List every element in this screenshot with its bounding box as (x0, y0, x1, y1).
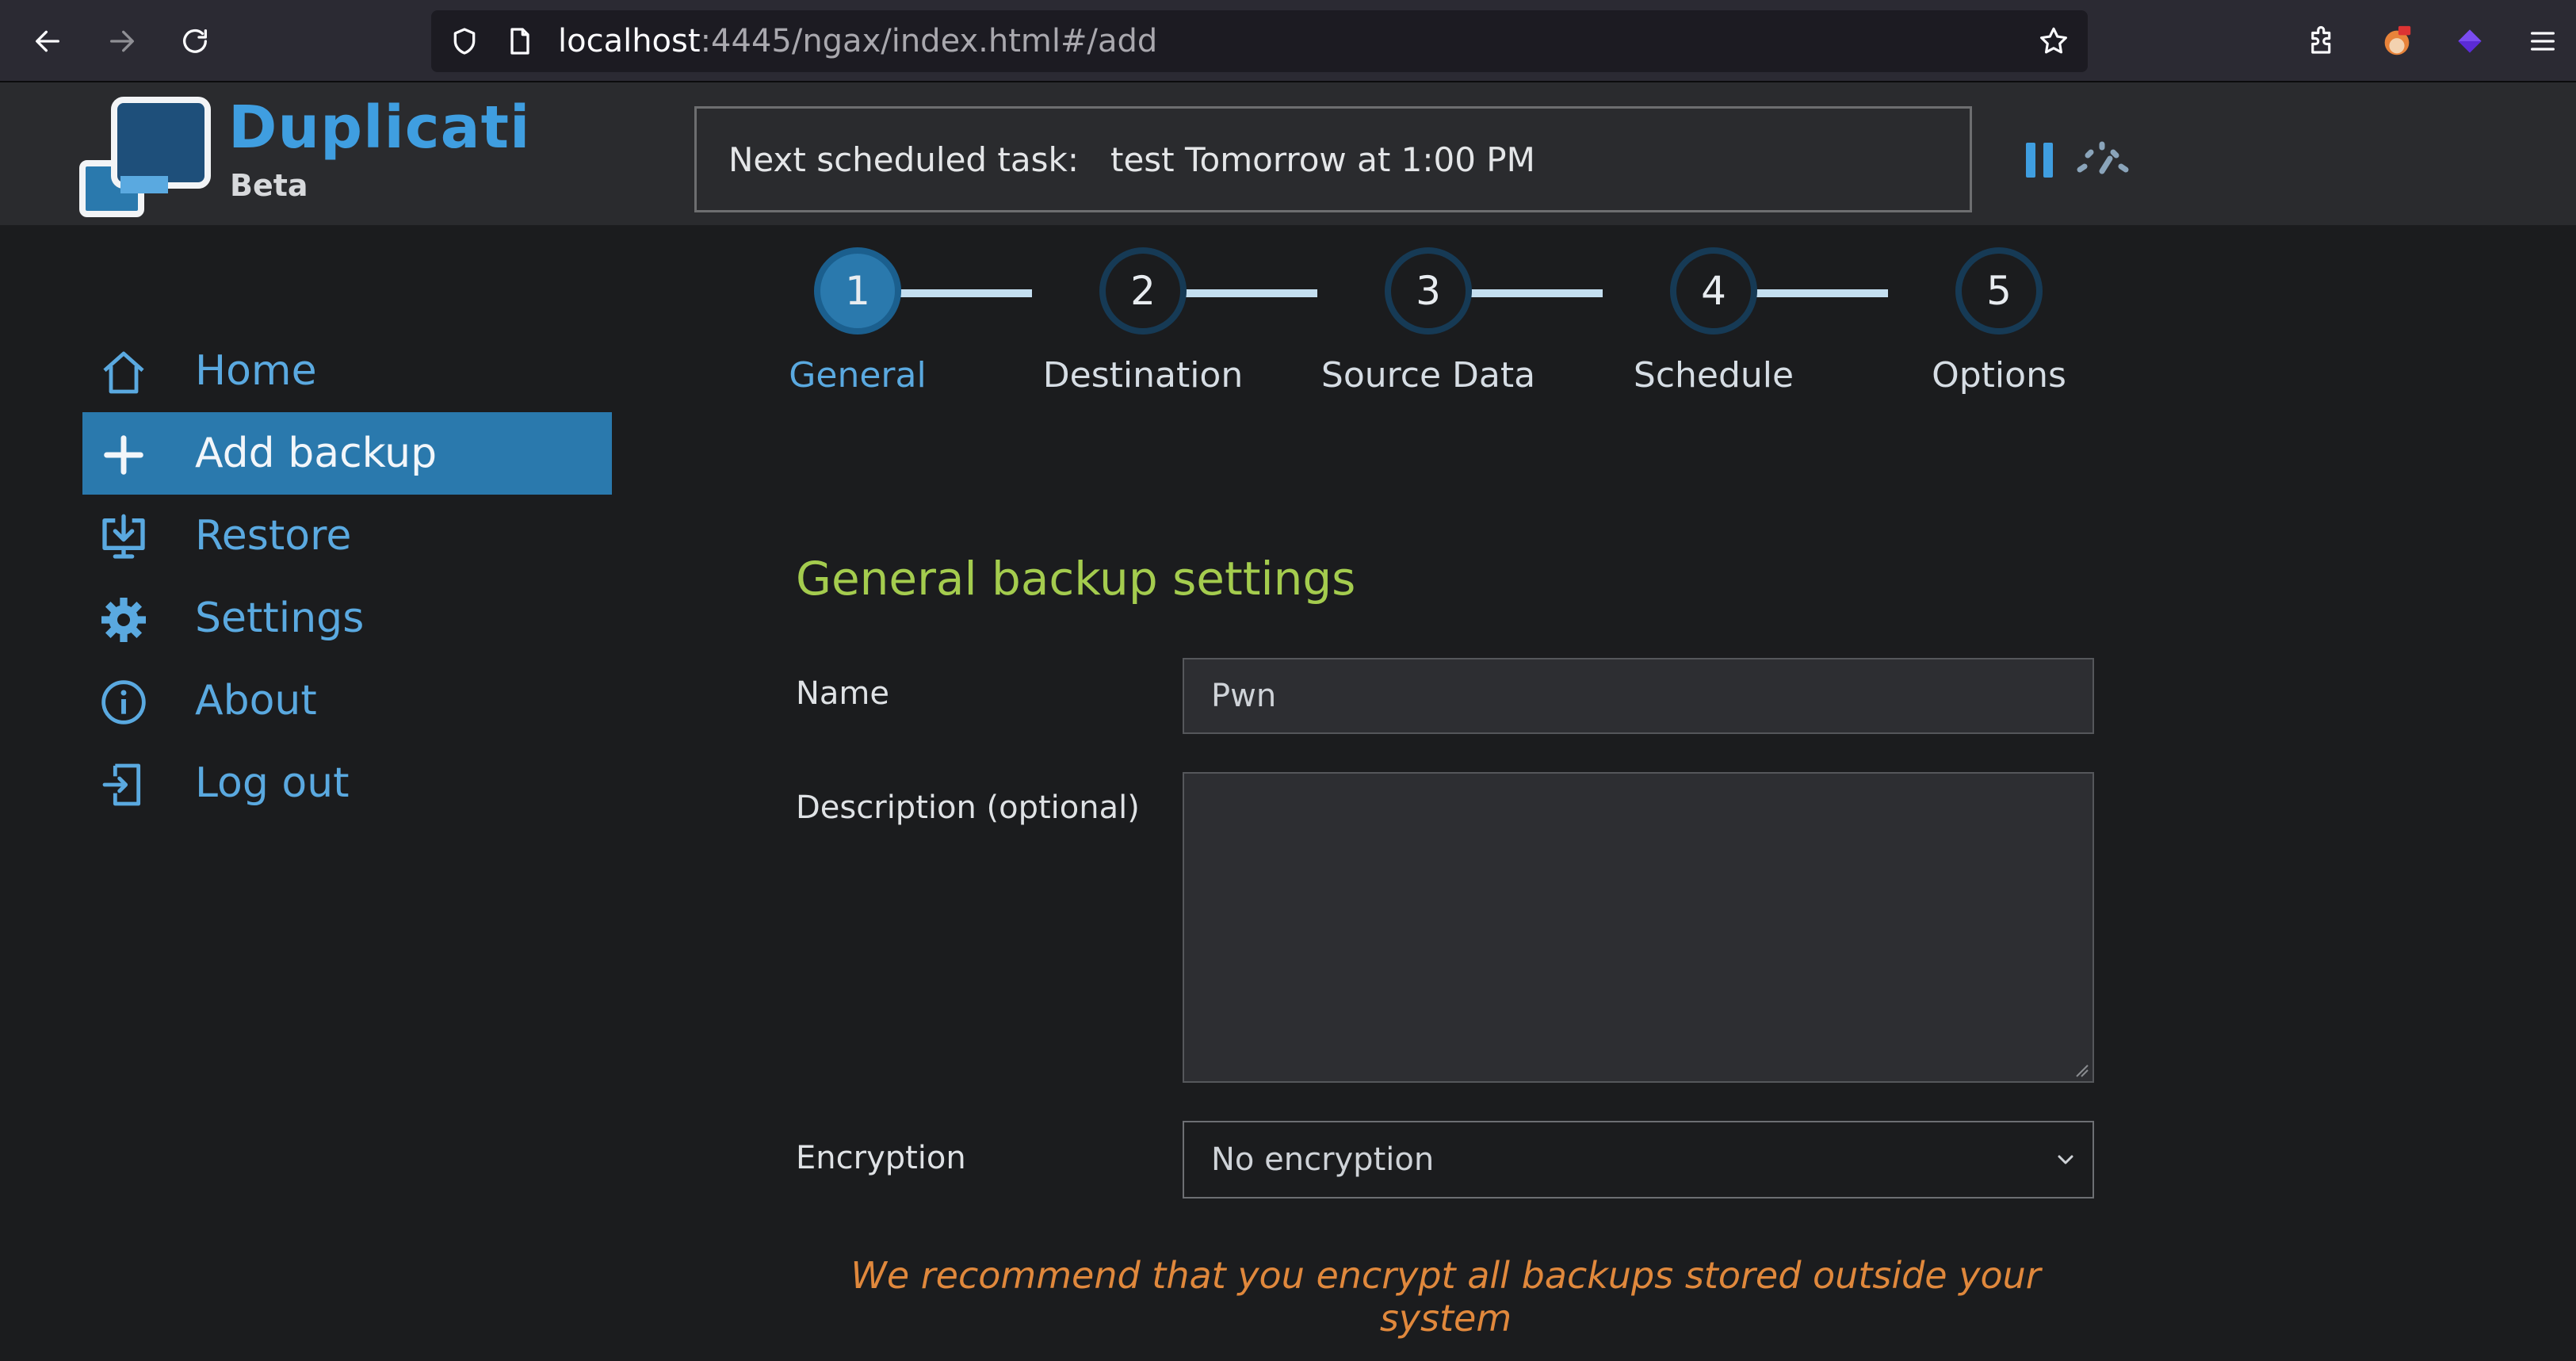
bookmark-star-icon[interactable] (2037, 25, 2070, 58)
sidebar-item-home[interactable]: Home (82, 330, 612, 412)
step-3-circle[interactable]: 3 (1385, 247, 1472, 335)
sidebar-item-label: Restore (195, 512, 352, 560)
step-4-circle[interactable]: 4 (1670, 247, 1757, 335)
info-icon (101, 680, 146, 724)
address-bar[interactable]: localhost:4445/ngax/index.html#/add (431, 10, 2088, 72)
logout-icon (102, 763, 141, 806)
reload-icon (183, 29, 207, 53)
app-header: Duplicati Beta Next scheduled task: test… (0, 82, 2576, 225)
page-icon (510, 28, 529, 55)
step-label-source-data[interactable]: Source Data (1301, 355, 1555, 396)
plus-icon (104, 435, 143, 475)
next-scheduled-task: Next scheduled task: test Tomorrow at 1:… (694, 106, 1972, 212)
step-label-options[interactable]: Options (1872, 355, 2126, 396)
brand-subtitle: Beta (230, 168, 308, 203)
diamond-extension-icon (2458, 29, 2482, 53)
home-icon (103, 351, 144, 394)
step-2-circle[interactable]: 2 (1099, 247, 1187, 335)
browser-toolbar: localhost:4445/ngax/index.html#/add (0, 0, 2576, 82)
sidebar-item-label: About (195, 677, 317, 724)
encryption-label: Encryption (796, 1140, 966, 1176)
url-text: localhost:4445/ngax/index.html#/add (558, 10, 1157, 72)
puzzle-icon (2311, 25, 2331, 54)
duplicati-logo[interactable] (79, 97, 214, 217)
back-arrow-icon (36, 30, 60, 52)
wizard-steps: 1 2 3 4 5 General Destination Source Dat… (713, 238, 2124, 412)
sidebar-item-label: Add backup (195, 430, 438, 477)
encryption-value: No encryption (1211, 1141, 1435, 1178)
hamburger-menu-icon (2531, 32, 2555, 51)
chevron-down-icon (2058, 1155, 2073, 1164)
section-title: General backup settings (796, 552, 1356, 606)
fox-extension-icon (2384, 25, 2411, 55)
pause-button[interactable] (2026, 143, 2054, 178)
sidebar-item-label: Settings (195, 594, 365, 642)
extension-purple-button[interactable] (2446, 17, 2494, 65)
description-field[interactable] (1183, 772, 2094, 1083)
forward-arrow-icon (110, 30, 134, 52)
url-path: :4445/ngax/index.html#/add (700, 23, 1158, 59)
sidebar-nav: Home Add backup Restore Settings About L… (82, 330, 612, 824)
shield-icon (453, 28, 476, 55)
restore-icon (102, 514, 145, 559)
throttle-icon[interactable] (2073, 138, 2131, 178)
encryption-select[interactable]: No encryption (1183, 1121, 2094, 1199)
schedule-label: Next scheduled task: (728, 140, 1079, 179)
description-label: Description (optional) (796, 789, 1140, 826)
extensions-button[interactable] (2299, 17, 2346, 65)
forward-button[interactable] (98, 17, 146, 65)
sidebar-item-label: Log out (195, 759, 350, 807)
sidebar-item-settings[interactable]: Settings (82, 577, 612, 659)
step-label-destination[interactable]: Destination (1016, 355, 1270, 396)
step-5-circle[interactable]: 5 (1955, 247, 2043, 335)
sidebar-item-about[interactable]: About (82, 659, 612, 742)
name-label: Name (796, 675, 890, 712)
url-host: localhost (558, 23, 701, 59)
step-label-general[interactable]: General (731, 355, 984, 396)
back-button[interactable] (24, 17, 71, 65)
step-label-schedule[interactable]: Schedule (1587, 355, 1840, 396)
gear-icon (101, 598, 146, 642)
reload-button[interactable] (171, 17, 219, 65)
step-1-circle[interactable]: 1 (814, 247, 901, 335)
schedule-value: test Tomorrow at 1:00 PM (1110, 140, 1535, 179)
sidebar-item-logout[interactable]: Log out (82, 742, 612, 824)
sidebar-item-add-backup[interactable]: Add backup (82, 412, 612, 495)
brand-name[interactable]: Duplicati (228, 94, 530, 162)
name-field[interactable]: Pwn (1183, 658, 2094, 734)
extension-fox-button[interactable] (2373, 17, 2421, 65)
pause-icon (2026, 143, 2035, 178)
sidebar-item-label: Home (195, 347, 317, 395)
encryption-warning: We recommend that you encrypt all backup… (850, 1254, 2041, 1340)
sidebar-item-restore[interactable]: Restore (82, 495, 612, 577)
menu-button[interactable] (2519, 17, 2566, 65)
resize-grip-icon[interactable] (2073, 1062, 2089, 1078)
